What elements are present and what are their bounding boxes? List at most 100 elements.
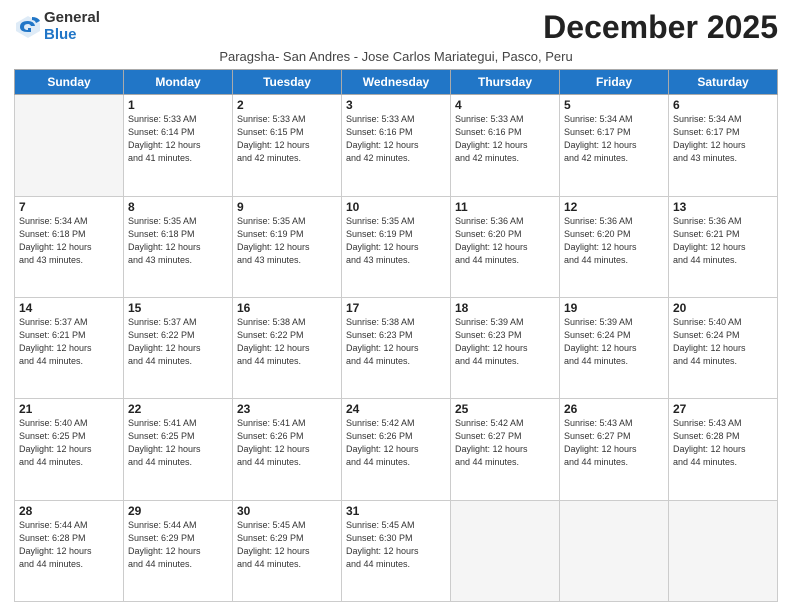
calendar-week-row: 14Sunrise: 5:37 AM Sunset: 6:21 PM Dayli… (15, 297, 778, 398)
day-info: Sunrise: 5:33 AM Sunset: 6:16 PM Dayligh… (346, 113, 446, 165)
day-info: Sunrise: 5:43 AM Sunset: 6:27 PM Dayligh… (564, 417, 664, 469)
day-info: Sunrise: 5:35 AM Sunset: 6:19 PM Dayligh… (237, 215, 337, 267)
day-number: 20 (673, 301, 773, 315)
day-number: 7 (19, 200, 119, 214)
calendar-cell: 18Sunrise: 5:39 AM Sunset: 6:23 PM Dayli… (451, 297, 560, 398)
logo-blue: Blue (44, 27, 100, 44)
weekday-header-sunday: Sunday (15, 70, 124, 95)
calendar-cell: 16Sunrise: 5:38 AM Sunset: 6:22 PM Dayli… (233, 297, 342, 398)
calendar-cell: 11Sunrise: 5:36 AM Sunset: 6:20 PM Dayli… (451, 196, 560, 297)
day-number: 2 (237, 98, 337, 112)
day-info: Sunrise: 5:42 AM Sunset: 6:26 PM Dayligh… (346, 417, 446, 469)
subtitle: Paragsha- San Andres - Jose Carlos Maria… (14, 49, 778, 64)
day-info: Sunrise: 5:34 AM Sunset: 6:18 PM Dayligh… (19, 215, 119, 267)
page: General Blue December 2025 Paragsha- San… (0, 0, 792, 612)
day-number: 11 (455, 200, 555, 214)
day-info: Sunrise: 5:37 AM Sunset: 6:22 PM Dayligh… (128, 316, 228, 368)
calendar-cell: 22Sunrise: 5:41 AM Sunset: 6:25 PM Dayli… (124, 399, 233, 500)
day-number: 13 (673, 200, 773, 214)
day-info: Sunrise: 5:40 AM Sunset: 6:24 PM Dayligh… (673, 316, 773, 368)
calendar-cell: 5Sunrise: 5:34 AM Sunset: 6:17 PM Daylig… (560, 95, 669, 196)
day-number: 24 (346, 402, 446, 416)
day-number: 23 (237, 402, 337, 416)
day-number: 4 (455, 98, 555, 112)
day-info: Sunrise: 5:40 AM Sunset: 6:25 PM Dayligh… (19, 417, 119, 469)
day-info: Sunrise: 5:34 AM Sunset: 6:17 PM Dayligh… (564, 113, 664, 165)
logo-icon (14, 13, 42, 41)
day-number: 21 (19, 402, 119, 416)
calendar-cell (451, 500, 560, 601)
day-info: Sunrise: 5:36 AM Sunset: 6:20 PM Dayligh… (564, 215, 664, 267)
day-info: Sunrise: 5:35 AM Sunset: 6:18 PM Dayligh… (128, 215, 228, 267)
calendar-cell: 1Sunrise: 5:33 AM Sunset: 6:14 PM Daylig… (124, 95, 233, 196)
calendar-week-row: 21Sunrise: 5:40 AM Sunset: 6:25 PM Dayli… (15, 399, 778, 500)
logo: General Blue (14, 10, 100, 43)
calendar-cell: 15Sunrise: 5:37 AM Sunset: 6:22 PM Dayli… (124, 297, 233, 398)
day-info: Sunrise: 5:39 AM Sunset: 6:23 PM Dayligh… (455, 316, 555, 368)
day-number: 30 (237, 504, 337, 518)
day-info: Sunrise: 5:33 AM Sunset: 6:15 PM Dayligh… (237, 113, 337, 165)
calendar-week-row: 28Sunrise: 5:44 AM Sunset: 6:28 PM Dayli… (15, 500, 778, 601)
day-number: 15 (128, 301, 228, 315)
calendar-cell: 10Sunrise: 5:35 AM Sunset: 6:19 PM Dayli… (342, 196, 451, 297)
day-number: 10 (346, 200, 446, 214)
day-number: 31 (346, 504, 446, 518)
day-number: 5 (564, 98, 664, 112)
calendar-cell: 29Sunrise: 5:44 AM Sunset: 6:29 PM Dayli… (124, 500, 233, 601)
day-number: 28 (19, 504, 119, 518)
day-number: 27 (673, 402, 773, 416)
day-info: Sunrise: 5:38 AM Sunset: 6:23 PM Dayligh… (346, 316, 446, 368)
day-info: Sunrise: 5:33 AM Sunset: 6:16 PM Dayligh… (455, 113, 555, 165)
day-info: Sunrise: 5:41 AM Sunset: 6:25 PM Dayligh… (128, 417, 228, 469)
calendar-cell: 21Sunrise: 5:40 AM Sunset: 6:25 PM Dayli… (15, 399, 124, 500)
day-info: Sunrise: 5:35 AM Sunset: 6:19 PM Dayligh… (346, 215, 446, 267)
day-info: Sunrise: 5:34 AM Sunset: 6:17 PM Dayligh… (673, 113, 773, 165)
calendar-cell (669, 500, 778, 601)
calendar-cell: 17Sunrise: 5:38 AM Sunset: 6:23 PM Dayli… (342, 297, 451, 398)
weekday-header-thursday: Thursday (451, 70, 560, 95)
calendar-cell: 20Sunrise: 5:40 AM Sunset: 6:24 PM Dayli… (669, 297, 778, 398)
logo-text: General Blue (44, 10, 100, 43)
day-number: 8 (128, 200, 228, 214)
calendar-week-row: 1Sunrise: 5:33 AM Sunset: 6:14 PM Daylig… (15, 95, 778, 196)
day-number: 19 (564, 301, 664, 315)
calendar-cell: 6Sunrise: 5:34 AM Sunset: 6:17 PM Daylig… (669, 95, 778, 196)
day-info: Sunrise: 5:36 AM Sunset: 6:20 PM Dayligh… (455, 215, 555, 267)
calendar-cell: 27Sunrise: 5:43 AM Sunset: 6:28 PM Dayli… (669, 399, 778, 500)
day-number: 9 (237, 200, 337, 214)
calendar-cell: 8Sunrise: 5:35 AM Sunset: 6:18 PM Daylig… (124, 196, 233, 297)
weekday-header-tuesday: Tuesday (233, 70, 342, 95)
day-info: Sunrise: 5:45 AM Sunset: 6:29 PM Dayligh… (237, 519, 337, 571)
day-number: 16 (237, 301, 337, 315)
weekday-header-monday: Monday (124, 70, 233, 95)
weekday-header-wednesday: Wednesday (342, 70, 451, 95)
calendar-cell: 23Sunrise: 5:41 AM Sunset: 6:26 PM Dayli… (233, 399, 342, 500)
day-info: Sunrise: 5:44 AM Sunset: 6:29 PM Dayligh… (128, 519, 228, 571)
calendar-cell: 24Sunrise: 5:42 AM Sunset: 6:26 PM Dayli… (342, 399, 451, 500)
day-info: Sunrise: 5:45 AM Sunset: 6:30 PM Dayligh… (346, 519, 446, 571)
calendar-cell: 12Sunrise: 5:36 AM Sunset: 6:20 PM Dayli… (560, 196, 669, 297)
day-info: Sunrise: 5:37 AM Sunset: 6:21 PM Dayligh… (19, 316, 119, 368)
calendar-cell: 30Sunrise: 5:45 AM Sunset: 6:29 PM Dayli… (233, 500, 342, 601)
calendar-cell: 28Sunrise: 5:44 AM Sunset: 6:28 PM Dayli… (15, 500, 124, 601)
calendar-cell: 4Sunrise: 5:33 AM Sunset: 6:16 PM Daylig… (451, 95, 560, 196)
calendar-cell: 31Sunrise: 5:45 AM Sunset: 6:30 PM Dayli… (342, 500, 451, 601)
calendar-cell: 26Sunrise: 5:43 AM Sunset: 6:27 PM Dayli… (560, 399, 669, 500)
day-number: 17 (346, 301, 446, 315)
weekday-header-row: SundayMondayTuesdayWednesdayThursdayFrid… (15, 70, 778, 95)
day-info: Sunrise: 5:42 AM Sunset: 6:27 PM Dayligh… (455, 417, 555, 469)
title-block: December 2025 (543, 10, 778, 45)
calendar-cell: 25Sunrise: 5:42 AM Sunset: 6:27 PM Dayli… (451, 399, 560, 500)
calendar-cell: 7Sunrise: 5:34 AM Sunset: 6:18 PM Daylig… (15, 196, 124, 297)
day-info: Sunrise: 5:39 AM Sunset: 6:24 PM Dayligh… (564, 316, 664, 368)
calendar-table: SundayMondayTuesdayWednesdayThursdayFrid… (14, 69, 778, 602)
day-number: 3 (346, 98, 446, 112)
calendar-cell (15, 95, 124, 196)
month-title: December 2025 (543, 10, 778, 45)
day-info: Sunrise: 5:33 AM Sunset: 6:14 PM Dayligh… (128, 113, 228, 165)
day-number: 1 (128, 98, 228, 112)
day-info: Sunrise: 5:43 AM Sunset: 6:28 PM Dayligh… (673, 417, 773, 469)
calendar-week-row: 7Sunrise: 5:34 AM Sunset: 6:18 PM Daylig… (15, 196, 778, 297)
calendar-cell: 9Sunrise: 5:35 AM Sunset: 6:19 PM Daylig… (233, 196, 342, 297)
day-info: Sunrise: 5:38 AM Sunset: 6:22 PM Dayligh… (237, 316, 337, 368)
